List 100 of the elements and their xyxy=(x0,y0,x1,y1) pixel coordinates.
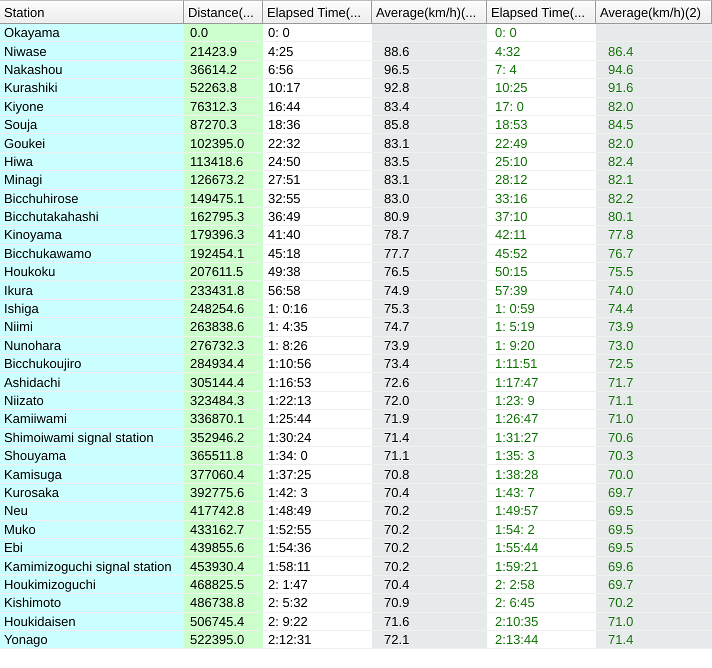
station-cell: Niwase xyxy=(4,44,47,59)
average-speed-cell: 69.5 xyxy=(608,540,634,556)
elapsed-time-cell: 4:25 xyxy=(268,44,294,59)
average-speed-cell: 69.5 xyxy=(608,522,634,537)
elapsed-time-cell: 16:44 xyxy=(268,98,301,114)
average-speed-cell: 70.3 xyxy=(608,448,634,464)
distance-cell: 207611.5 xyxy=(190,264,244,280)
elapsed-time-cell: 1: 0:16 xyxy=(268,301,308,316)
average-speed-cell: 82.4 xyxy=(608,154,634,169)
average-speed-cell: 71.0 xyxy=(608,411,634,426)
distance-cell: 113418.6 xyxy=(190,154,244,169)
elapsed-time-cell: 1:52:55 xyxy=(268,522,312,537)
elapsed-time-cell: 2: 2:58 xyxy=(495,576,535,592)
elapsed-time-cell: 0: 0 xyxy=(495,25,517,40)
column-header[interactable]: Average(km/h)(2) xyxy=(596,0,712,24)
elapsed-time-cell: 1:30:24 xyxy=(268,430,312,445)
average-speed-cell: 70.4 xyxy=(384,576,410,592)
distance-cell: 417742.8 xyxy=(190,503,244,518)
distance-cell: 453930.4 xyxy=(190,558,244,574)
elapsed-time-cell: 1:55:44 xyxy=(495,540,538,556)
elapsed-time-cell: 2: 9:22 xyxy=(268,614,308,629)
station-cell: Hiwa xyxy=(4,154,33,169)
station-cell: Kiyone xyxy=(4,98,44,114)
average-speed-cell: 82.1 xyxy=(608,172,634,188)
elapsed-time-cell: 1:49:57 xyxy=(495,503,538,518)
station-cell: Yonago xyxy=(4,632,48,648)
elapsed-time-cell: 1:54:36 xyxy=(268,540,312,556)
station-cell: Kamisuga xyxy=(4,466,62,482)
elapsed-time-cell: 10:17 xyxy=(268,80,301,96)
distance-cell: 336870.1 xyxy=(190,411,244,426)
station-cell: Kinoyama xyxy=(4,227,62,242)
elapsed-time-cell: 1:34: 0 xyxy=(268,448,308,464)
station-cell: Houkidaisen xyxy=(4,614,76,629)
elapsed-time-cell: 1: 9:20 xyxy=(495,338,535,353)
distance-cell: 276732.3 xyxy=(190,338,244,353)
station-cell: Nunohara xyxy=(4,338,62,353)
average-speed-cell: 70.6 xyxy=(608,430,634,445)
average-speed-cell: 83.0 xyxy=(384,190,410,206)
elapsed-time-cell: 22:49 xyxy=(495,136,528,151)
elapsed-time-cell: 1:31:27 xyxy=(495,430,538,445)
elapsed-time-cell: 1:22:13 xyxy=(268,393,312,408)
average-speed-cell: 82.2 xyxy=(608,190,634,206)
station-cell: Goukei xyxy=(4,136,46,151)
station-cell: Niimi xyxy=(4,319,33,334)
average-speed-cell: 82.0 xyxy=(608,136,634,151)
average-speed-cell: 72.5 xyxy=(608,356,634,372)
station-cell: Ikura xyxy=(4,282,33,298)
distance-cell: 149475.1 xyxy=(190,190,244,206)
column-header[interactable]: Average(km/h)(... xyxy=(372,0,487,24)
average-speed-cell: 85.8 xyxy=(384,117,410,132)
average-speed-cell: 70.2 xyxy=(384,558,410,574)
station-cell: Kurashiki xyxy=(4,80,58,96)
average-speed-cell: 80.1 xyxy=(608,209,634,224)
elapsed-time-cell: 45:18 xyxy=(268,246,301,261)
distance-cell: 102395.0 xyxy=(190,136,244,151)
average-speed-cell: 94.6 xyxy=(608,62,634,77)
average-speed-cell: 74.7 xyxy=(384,319,410,334)
station-cell: Ebi xyxy=(4,540,23,556)
elapsed-time-cell: 1:43: 7 xyxy=(495,484,535,500)
average-speed-cell: 70.9 xyxy=(384,595,410,610)
station-cell: Minagi xyxy=(4,172,42,188)
column-header[interactable]: Elapsed Time(... xyxy=(487,0,596,24)
elapsed-time-cell: 1:58:11 xyxy=(268,558,310,574)
elapsed-time-cell: 17: 0 xyxy=(495,98,524,114)
distance-cell: 323484.3 xyxy=(190,393,244,408)
distance-cell: 192454.1 xyxy=(190,246,244,261)
elapsed-time-cell: 1:10:56 xyxy=(268,356,312,372)
average-speed-cell: 70.8 xyxy=(384,466,410,482)
distance-cell: 377060.4 xyxy=(190,466,244,482)
distance-cell: 522395.0 xyxy=(190,632,244,648)
distance-cell: 233431.8 xyxy=(190,282,244,298)
distance-cell: 305144.4 xyxy=(190,374,244,390)
station-cell: Bicchutakahashi xyxy=(4,209,99,224)
station-cell: Houkoku xyxy=(4,264,56,280)
station-cell: Shimoiwami signal station xyxy=(4,430,154,445)
elapsed-time-cell: 1:48:49 xyxy=(268,503,312,518)
average-speed-cell: 88.6 xyxy=(384,44,410,59)
station-cell: Houkimizoguchi xyxy=(4,576,96,592)
distance-cell: 0.0 xyxy=(190,25,208,40)
average-speed-cell: 71.1 xyxy=(384,448,410,464)
elapsed-time-cell: 1:59:21 xyxy=(495,558,538,574)
average-speed-cell: 72.6 xyxy=(384,374,410,390)
average-speed-cell: 74.0 xyxy=(608,282,634,298)
average-speed-cell: 86.4 xyxy=(608,44,634,59)
station-cell: Shouyama xyxy=(4,448,66,464)
average-speed-cell: 73.0 xyxy=(608,338,634,353)
distance-cell: 87270.3 xyxy=(190,117,237,132)
average-speed-cell: 91.6 xyxy=(608,80,634,96)
column-header[interactable]: Distance(... xyxy=(184,0,263,24)
average-speed-cell: 71.4 xyxy=(384,430,410,445)
elapsed-time-cell: 18:36 xyxy=(268,117,301,132)
average-speed-cell: 75.3 xyxy=(384,301,410,316)
average-speed-cell: 71.7 xyxy=(608,374,634,390)
average-speed-cell: 71.9 xyxy=(384,411,410,426)
elapsed-time-cell: 50:15 xyxy=(495,264,528,280)
elapsed-time-cell: 1: 0:59 xyxy=(495,301,535,316)
column-header[interactable]: Elapsed Time(... xyxy=(263,0,372,24)
column-header[interactable]: Station xyxy=(0,0,184,24)
elapsed-time-cell: 1:42: 3 xyxy=(268,484,308,500)
elapsed-time-cell: 56:58 xyxy=(268,282,301,298)
